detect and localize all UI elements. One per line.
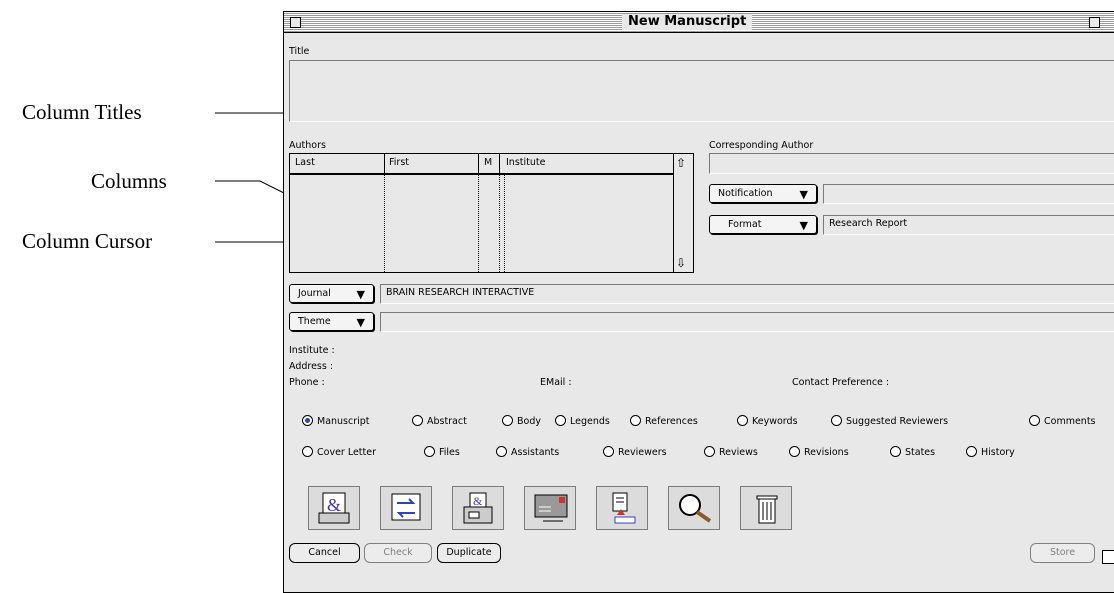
contact-preference-label: Contact Preference :	[792, 377, 890, 388]
trash-icon	[756, 495, 778, 524]
address-label: Address :	[289, 361, 334, 372]
tab-manuscript[interactable]: Manuscript	[302, 415, 370, 427]
tab-keywords[interactable]: Keywords	[737, 415, 798, 427]
tab-references[interactable]: References	[630, 415, 698, 427]
tab-legends[interactable]: Legends	[555, 415, 610, 427]
title-label: Title	[289, 46, 310, 57]
authors-table-header: Last First M Institute	[290, 154, 674, 175]
svg-text:&: &	[473, 494, 483, 508]
duplicate-button[interactable]: Duplicate	[437, 543, 501, 563]
chevron-down-icon: ▼	[356, 288, 365, 301]
column-divider[interactable]	[478, 174, 479, 272]
search-button[interactable]	[668, 486, 720, 530]
fax-icon: &	[463, 492, 493, 524]
trash-button[interactable]	[740, 486, 792, 530]
close-box[interactable]	[290, 17, 301, 28]
mail-button[interactable]	[524, 486, 576, 530]
corresponding-author-field[interactable]	[709, 153, 1114, 174]
tab-files[interactable]: Files	[424, 446, 460, 458]
notification-field[interactable]	[823, 184, 1114, 204]
print-ampersand-icon: &	[318, 492, 350, 524]
transfer-button[interactable]	[380, 486, 432, 530]
column-title-last[interactable]: Last	[295, 157, 315, 168]
zoom-box[interactable]	[1089, 17, 1100, 28]
format-field[interactable]: Research Report	[823, 215, 1114, 235]
tab-abstract[interactable]: Abstract	[412, 415, 467, 427]
export-document-button[interactable]	[596, 486, 648, 530]
column-divider[interactable]	[384, 174, 385, 272]
format-popup[interactable]: Format ▼	[709, 215, 817, 234]
theme-field[interactable]	[380, 312, 1114, 332]
authors-table[interactable]: Last First M Institute ⇧ ⇩	[289, 153, 694, 273]
new-manuscript-window: New Manuscript Title Authors Last First …	[283, 11, 1114, 593]
tab-suggested-reviewers[interactable]: Suggested Reviewers	[831, 415, 948, 427]
cancel-button[interactable]: Cancel	[289, 543, 360, 563]
tab-body[interactable]: Body	[502, 415, 541, 427]
chevron-down-icon: ▼	[356, 316, 365, 329]
tab-states[interactable]: States	[890, 446, 935, 458]
transfer-icon	[391, 493, 421, 521]
tab-history[interactable]: History	[966, 446, 1015, 458]
fax-button[interactable]: &	[452, 486, 504, 530]
journal-popup[interactable]: Journal ▼	[289, 284, 374, 303]
notification-popup[interactable]: Notification ▼	[709, 184, 817, 203]
tab-comments[interactable]: Comments	[1029, 415, 1096, 427]
check-button[interactable]: Check	[364, 543, 432, 563]
authors-label: Authors	[289, 140, 326, 151]
email-label: EMail :	[540, 377, 572, 388]
phone-label: Phone :	[289, 377, 325, 388]
corresponding-author-label: Corresponding Author	[709, 140, 814, 151]
institute-label: Institute :	[289, 345, 335, 356]
chevron-down-icon: ▼	[799, 219, 808, 232]
search-magnifier-icon	[679, 494, 712, 523]
window-title: New Manuscript	[622, 14, 753, 30]
column-divider[interactable]	[504, 174, 505, 272]
column-title-m[interactable]: M	[484, 157, 492, 168]
export-document-icon	[612, 492, 636, 524]
chevron-down-icon: ▼	[799, 188, 808, 201]
journal-field[interactable]: BRAIN RESEARCH INTERACTIVE	[380, 284, 1114, 304]
resize-grip-icon[interactable]	[1102, 550, 1114, 564]
print-ampersand-button[interactable]: &	[308, 486, 360, 530]
store-button[interactable]: Store	[1030, 543, 1095, 563]
tab-reviewers[interactable]: Reviewers	[603, 446, 667, 458]
tab-assistants[interactable]: Assistants	[496, 446, 559, 458]
column-divider[interactable]	[499, 174, 500, 272]
column-title-first[interactable]: First	[389, 157, 409, 168]
tab-revisions[interactable]: Revisions	[789, 446, 849, 458]
tab-cover-letter[interactable]: Cover Letter	[302, 446, 376, 458]
theme-popup[interactable]: Theme ▼	[289, 312, 374, 331]
svg-text:&: &	[327, 495, 341, 515]
title-field[interactable]	[289, 60, 1114, 122]
scroll-down-arrow-icon[interactable]: ⇩	[676, 256, 686, 270]
column-title-institute[interactable]: Institute	[506, 157, 545, 168]
scroll-up-arrow-icon[interactable]: ⇧	[676, 156, 686, 170]
authors-scrollbar[interactable]: ⇧ ⇩	[673, 154, 693, 272]
mail-icon	[534, 494, 568, 522]
tab-reviews[interactable]: Reviews	[704, 446, 758, 458]
title-bar[interactable]: New Manuscript	[284, 12, 1114, 33]
